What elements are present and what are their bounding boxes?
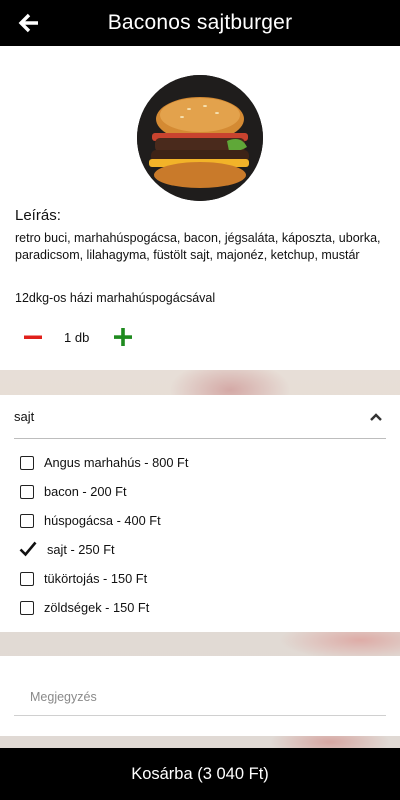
product-card: Leírás: retro buci, marhahúspogácsa, bac… xyxy=(0,46,400,370)
extra-option-label: sajt - 250 Ft xyxy=(47,542,115,557)
quantity-value: 1 db xyxy=(64,329,90,345)
extras-accordion-title: sajt xyxy=(14,409,35,424)
extra-option[interactable]: zöldségek - 150 Ft xyxy=(20,593,188,622)
plus-icon xyxy=(114,328,132,346)
extras-card: sajt Angus marhahús - 800 Ft bacon - 200… xyxy=(0,395,400,632)
extra-option-label: tükörtojás - 150 Ft xyxy=(44,571,148,586)
checkbox[interactable] xyxy=(20,571,34,586)
arrow-left-icon xyxy=(18,13,38,33)
extra-option-label: húspogácsa - 400 Ft xyxy=(44,513,161,528)
checkbox[interactable] xyxy=(20,455,34,470)
extra-option-label: zöldségek - 150 Ft xyxy=(44,600,150,615)
checkbox[interactable] xyxy=(20,513,34,528)
chevron-up-icon xyxy=(370,412,382,421)
decrease-quantity-button[interactable] xyxy=(22,326,44,348)
burger-photo xyxy=(137,75,263,201)
description-text: retro buci, marhahúspogácsa, bacon, jégs… xyxy=(15,231,381,262)
extra-option-label: Angus marhahús - 800 Ft xyxy=(44,455,189,470)
page-title: Baconos sajtburger xyxy=(107,11,293,34)
increase-quantity-button[interactable] xyxy=(112,326,134,348)
extra-option[interactable]: bacon - 200 Ft xyxy=(20,477,188,506)
description-heading: Leírás: xyxy=(15,207,61,224)
description-extra: 12dkg-os házi marhahúspogácsával xyxy=(15,291,216,305)
extra-option[interactable]: húspogácsa - 400 Ft xyxy=(20,506,188,535)
extra-option-label: bacon - 200 Ft xyxy=(44,484,127,499)
extra-option[interactable]: Angus marhahús - 800 Ft xyxy=(20,448,188,477)
note-input[interactable] xyxy=(14,678,386,716)
extras-list: Angus marhahús - 800 Ft bacon - 200 Ft h… xyxy=(19,448,188,622)
extra-option[interactable]: sajt - 250 Ft xyxy=(19,535,188,564)
checkbox[interactable] xyxy=(20,600,34,615)
top-bar: Baconos sajtburger xyxy=(0,0,400,46)
checkmark-icon xyxy=(19,541,37,556)
quantity-stepper: 1 db xyxy=(22,324,162,350)
extras-accordion-header[interactable]: sajt xyxy=(14,395,386,439)
add-to-cart-button[interactable]: Kosárba (3 040 Ft) xyxy=(0,748,400,800)
minus-icon xyxy=(24,335,42,339)
back-button[interactable] xyxy=(16,10,42,36)
checkbox-checked[interactable] xyxy=(19,541,37,557)
checkbox[interactable] xyxy=(20,484,34,499)
note-card xyxy=(0,656,400,736)
extra-option[interactable]: tükörtojás - 150 Ft xyxy=(20,564,188,593)
